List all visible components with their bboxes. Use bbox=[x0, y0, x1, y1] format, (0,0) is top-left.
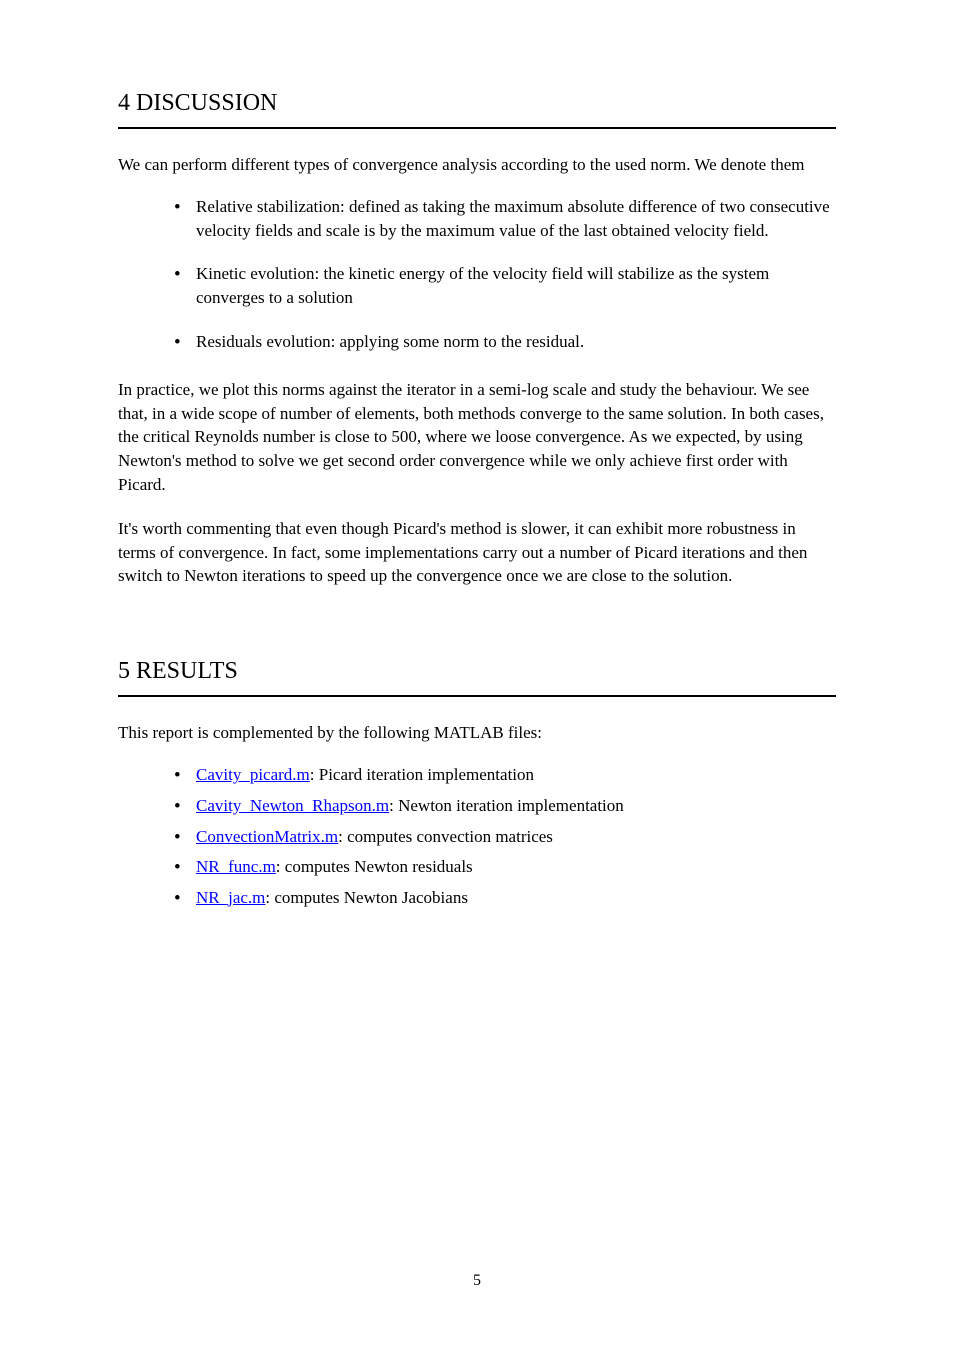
file-link-nr-jac[interactable]: NR_jac.m bbox=[196, 888, 265, 907]
section-results: 5 RESULTS This report is complemented by… bbox=[118, 658, 836, 910]
file-desc: : Picard iteration implementation bbox=[310, 765, 534, 784]
discussion-paragraph-2: It's worth commenting that even though P… bbox=[118, 517, 836, 588]
file-link-convection-matrix[interactable]: ConvectionMatrix.m bbox=[196, 827, 338, 846]
file-desc: : computes Newton Jacobians bbox=[265, 888, 468, 907]
file-desc: : computes Newton residuals bbox=[276, 857, 473, 876]
list-item: NR_jac.m: computes Newton Jacobians bbox=[174, 886, 836, 910]
list-item: Cavity_picard.m: Picard iteration implem… bbox=[174, 763, 836, 787]
file-link-cavity-picard[interactable]: Cavity_picard.m bbox=[196, 765, 310, 784]
list-item: NR_func.m: computes Newton residuals bbox=[174, 855, 836, 879]
list-item: ConvectionMatrix.m: computes convection … bbox=[174, 825, 836, 849]
discussion-heading: 4 DISCUSSION bbox=[118, 90, 836, 117]
file-link-nr-func[interactable]: NR_func.m bbox=[196, 857, 276, 876]
list-item: Cavity_Newton_Rhapson.m: Newton iteratio… bbox=[174, 794, 836, 818]
list-item: Relative stabilization: defined as takin… bbox=[174, 195, 836, 243]
results-file-list: Cavity_picard.m: Picard iteration implem… bbox=[118, 763, 836, 910]
file-desc: : computes convection matrices bbox=[338, 827, 553, 846]
page-number: 5 bbox=[473, 1272, 481, 1290]
list-item: Kinetic evolution: the kinetic energy of… bbox=[174, 262, 836, 310]
file-link-cavity-newton[interactable]: Cavity_Newton_Rhapson.m bbox=[196, 796, 389, 815]
section-discussion: 4 DISCUSSION We can perform different ty… bbox=[118, 90, 836, 588]
heading-divider bbox=[118, 127, 836, 129]
list-item: Residuals evolution: applying some norm … bbox=[174, 330, 836, 354]
discussion-bullet-list: Relative stabilization: defined as takin… bbox=[118, 195, 836, 354]
results-intro: This report is complemented by the follo… bbox=[118, 721, 836, 745]
discussion-paragraph-1: In practice, we plot this norms against … bbox=[118, 378, 836, 497]
discussion-intro: We can perform different types of conver… bbox=[118, 153, 836, 177]
heading-divider bbox=[118, 695, 836, 697]
file-desc: : Newton iteration implementation bbox=[389, 796, 624, 815]
results-heading: 5 RESULTS bbox=[118, 658, 836, 685]
